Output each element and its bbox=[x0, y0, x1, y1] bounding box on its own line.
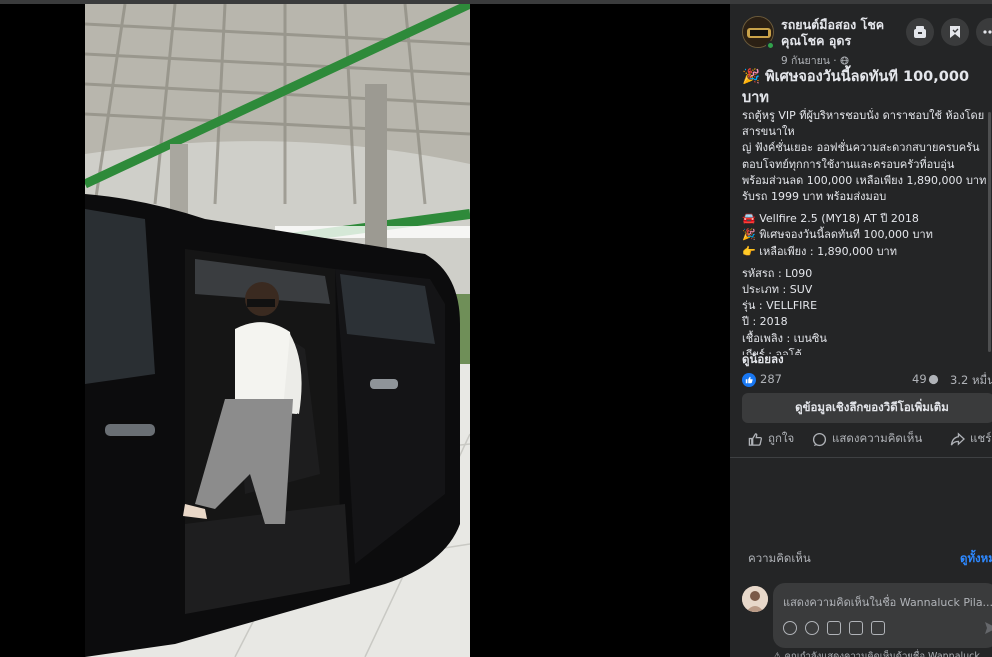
comment-bubble-icon bbox=[928, 374, 939, 385]
spec-line: ปี : 2018 bbox=[742, 315, 788, 329]
bookmark-button[interactable] bbox=[941, 18, 969, 46]
party-emoji-icon: 🎉 bbox=[742, 228, 756, 242]
highlight-line: 🎉 พิเศษจองวันนี้ลดทันที 100,000 บาท bbox=[742, 227, 992, 243]
highlight-text: Vellfire 2.5 (MY18) AT ปี 2018 bbox=[759, 212, 919, 226]
see-all-comments-link[interactable]: ดูทั้งหมด bbox=[960, 550, 992, 568]
gif-icon[interactable] bbox=[849, 621, 863, 635]
share-icon bbox=[950, 431, 965, 446]
composer-tools bbox=[783, 621, 885, 635]
posting-as-warning: ⚠ คุณกำลังแสดงความคิดเห็นด้วยชื่อ Wannal… bbox=[773, 651, 980, 657]
comment-button[interactable]: แสดงความคิดเห็น bbox=[812, 430, 922, 448]
highlight-line: 🚘 Vellfire 2.5 (MY18) AT ปี 2018 bbox=[742, 211, 992, 227]
comment-composer[interactable]: แสดงความคิดเห็นในชื่อ Wannaluck Pila... bbox=[773, 583, 992, 648]
spec-line: ประเภท : SUV bbox=[742, 283, 813, 297]
video-insights-button[interactable]: ดูข้อมูลเชิงลึกของวิดีโอเพิ่มเติม bbox=[742, 393, 992, 423]
car-emoji-icon: 🚘 bbox=[742, 212, 756, 226]
post-body-line: ตอบโจทย์ทุกการใช้งานและครอบครัวที่อบอุ่น bbox=[742, 157, 955, 171]
share-button[interactable]: แชร์ bbox=[950, 430, 991, 448]
post-body-line: รถตู้หรู VIP ที่ผู้บริหารชอบนั่ง ดาราชอบ… bbox=[742, 109, 985, 139]
section-divider bbox=[730, 457, 992, 458]
spec-line: เชื้อเพลิง : เบนซิน bbox=[742, 331, 827, 345]
emoji-icon[interactable] bbox=[805, 621, 819, 635]
thumbs-up-icon bbox=[748, 432, 763, 446]
post-title: 🎉 พิเศษจองวันนี้ลดทันที 100,000 บาท bbox=[742, 69, 970, 106]
video-player[interactable] bbox=[0, 4, 730, 657]
spec-line: รุ่น : VELLFIRE bbox=[742, 299, 818, 313]
online-status-dot bbox=[766, 41, 775, 50]
more-options-button[interactable] bbox=[976, 18, 992, 46]
like-reaction-icon[interactable] bbox=[742, 373, 756, 387]
reaction-count[interactable]: 287 bbox=[760, 372, 782, 386]
comments-heading: ความคิดเห็น bbox=[748, 551, 811, 565]
post-sidebar: รถยนต์มือสอง โชค คุณโชค อุดร 9 กันยายน ·… bbox=[730, 4, 992, 657]
more-options-icon bbox=[983, 30, 992, 34]
page-name-link[interactable]: รถยนต์มือสอง โชค คุณโชค อุดร bbox=[781, 17, 901, 49]
post-body-line: รับรถ 1999 บาท พร้อมส่งมอบ bbox=[742, 190, 887, 204]
save-post-icon bbox=[914, 26, 926, 38]
save-post-button[interactable] bbox=[906, 18, 934, 46]
globe-icon bbox=[840, 56, 849, 65]
bookmark-icon bbox=[950, 26, 960, 38]
comment-input[interactable]: แสดงความคิดเห็นในชื่อ Wannaluck Pila... bbox=[783, 593, 992, 611]
like-label: ถูกใจ bbox=[768, 431, 795, 445]
post-date-text[interactable]: 9 กันยายน · bbox=[781, 55, 837, 67]
post-body-line: พร้อมส่วนลด 100,000 เหลือเพียง 1,890,000… bbox=[742, 173, 987, 187]
share-label: แชร์ bbox=[970, 431, 992, 445]
avatar-sticker-icon[interactable] bbox=[783, 621, 797, 635]
comment-count[interactable]: 49 bbox=[912, 372, 927, 386]
video-frame[interactable] bbox=[85, 4, 470, 657]
see-less-link[interactable]: ดูน้อยลง bbox=[742, 351, 784, 369]
comment-icon bbox=[812, 432, 827, 446]
comment-label: แสดงความคิดเห็น bbox=[832, 431, 923, 445]
video-still-image bbox=[85, 4, 470, 657]
post-text: รถตู้หรู VIP ที่ผู้บริหารชอบนั่ง ดาราชอบ… bbox=[742, 108, 992, 355]
camera-icon[interactable] bbox=[827, 621, 841, 635]
highlight-text: เหลือเพียง : 1,890,000 บาท bbox=[759, 244, 897, 258]
post-actions: ถูกใจ แสดงความคิดเห็น แชร์ bbox=[742, 428, 992, 450]
post-body-line: ญ่ ฟังค์ชั่นเยอะ ออฟชั่นความสะดวกสบายครบ… bbox=[742, 141, 980, 155]
current-user-avatar[interactable] bbox=[742, 586, 768, 612]
view-count[interactable]: 3.2 หมื่น bbox=[950, 372, 992, 390]
like-button[interactable]: ถูกใจ bbox=[748, 430, 794, 448]
highlight-text: พิเศษจองวันนี้ลดทันที 100,000 บาท bbox=[759, 228, 933, 242]
post-text-scrollbar[interactable] bbox=[988, 112, 991, 352]
sticker-icon[interactable] bbox=[871, 621, 885, 635]
send-icon[interactable] bbox=[984, 621, 992, 635]
reaction-summary: 287 49 3.2 หมื่น bbox=[742, 371, 992, 389]
pointing-emoji-icon: 👉 bbox=[742, 244, 756, 258]
spec-line: รหัสรถ : L090 bbox=[742, 266, 813, 280]
highlight-line: 👉 เหลือเพียง : 1,890,000 บาท bbox=[742, 244, 992, 260]
